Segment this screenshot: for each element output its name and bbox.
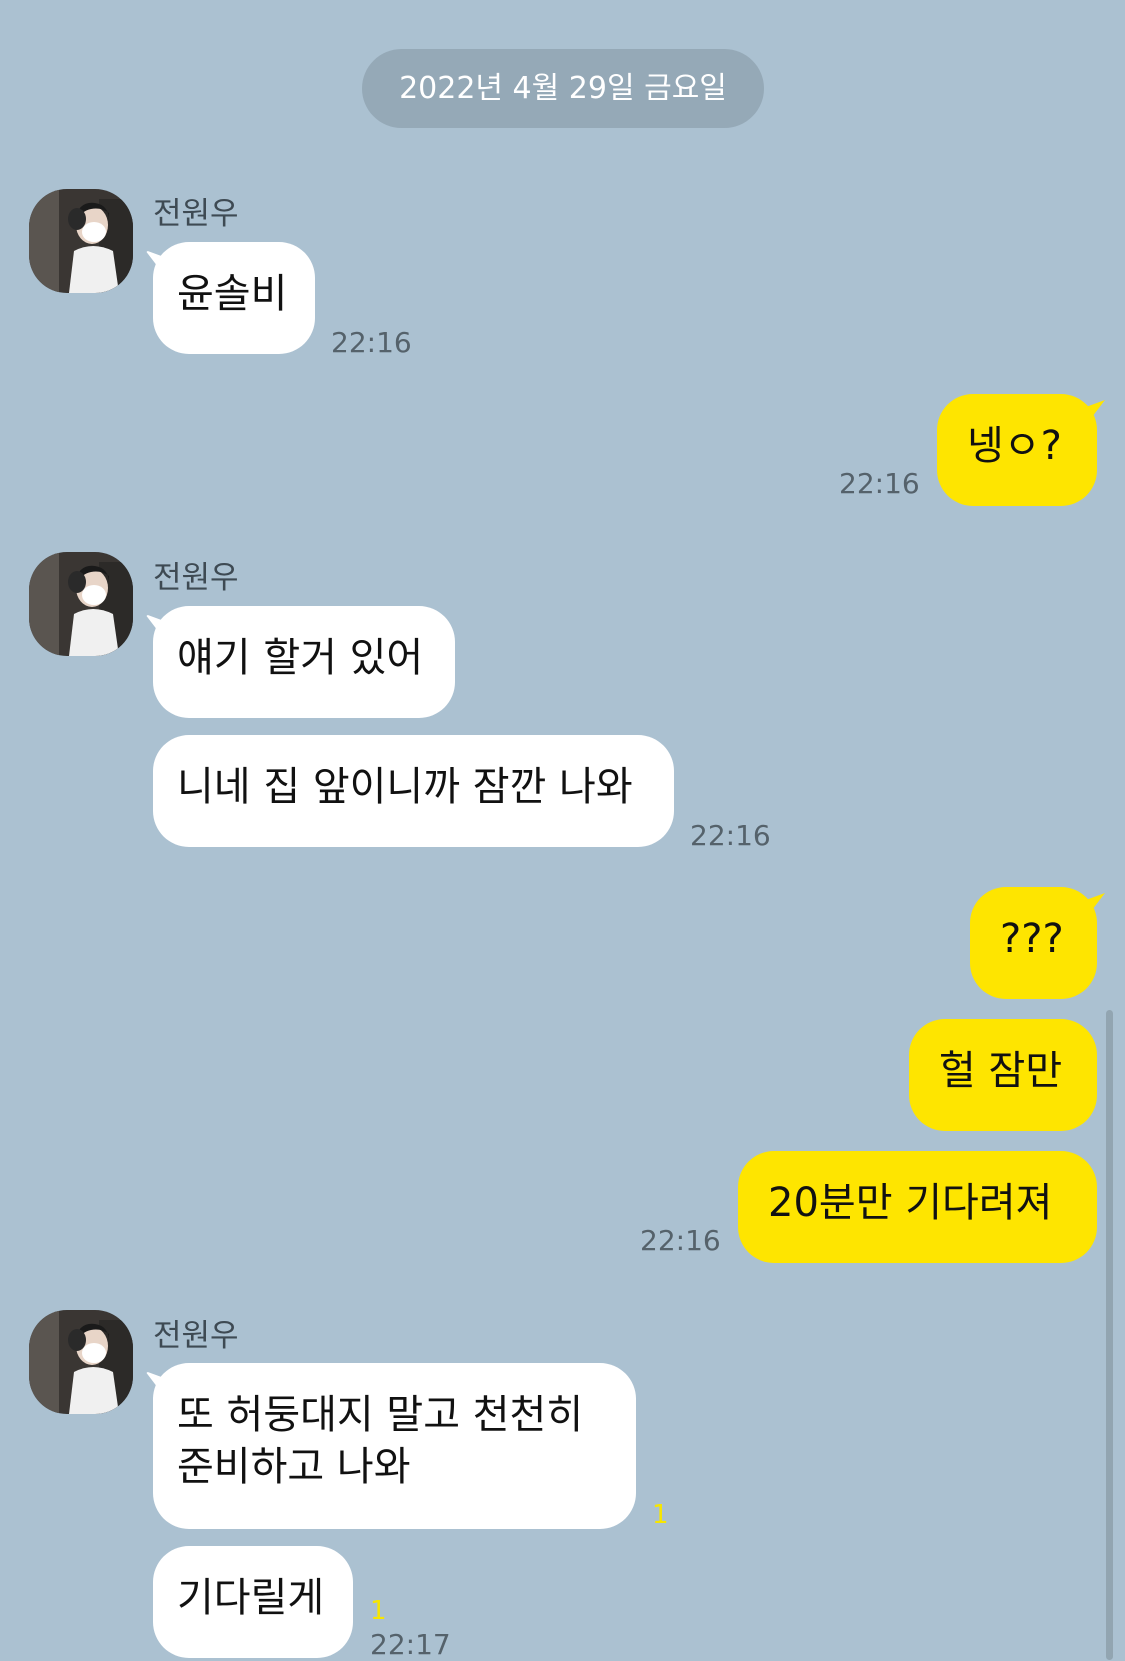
outgoing-message-bubble[interactable]: 넹ㅇ? — [937, 394, 1097, 506]
avatar-photo-icon — [29, 552, 133, 656]
sender-name: 전원우 — [153, 196, 239, 232]
unread-count: 1 — [652, 1500, 669, 1530]
message-time: 22:16 — [640, 1224, 721, 1257]
scrollbar[interactable] — [1106, 1010, 1113, 1660]
message-text: ??? — [1000, 916, 1064, 962]
message-text: 넹ㅇ? — [967, 423, 1062, 469]
outgoing-message-bubble[interactable]: ??? — [970, 887, 1097, 999]
sender-name: 전원우 — [153, 560, 239, 596]
unread-count: 1 — [370, 1596, 387, 1626]
message-text: 또 허둥대지 말고 천천히 — [177, 1392, 584, 1438]
incoming-message-bubble[interactable]: 얘기 할거 있어 — [153, 606, 455, 718]
avatar-photo-icon — [29, 189, 133, 293]
message-text: 니네 집 앞이니까 잠깐 나와 — [177, 764, 633, 810]
message-text: 얘기 할거 있어 — [177, 635, 424, 681]
message-text: 준비하고 나와 — [177, 1444, 411, 1490]
message-text: 윤솔비 — [177, 271, 288, 317]
message-time: 22:16 — [690, 819, 771, 852]
date-divider: 2022년 4월 29일 금요일 — [362, 49, 764, 128]
outgoing-message-bubble[interactable]: 헐 잠만 — [909, 1019, 1097, 1131]
message-time: 22:16 — [331, 326, 412, 359]
incoming-message-bubble[interactable]: 윤솔비 — [153, 242, 315, 354]
message-time: 22:17 — [370, 1628, 451, 1661]
outgoing-message-bubble[interactable]: 20분만 기다려져 — [738, 1151, 1097, 1263]
contact-avatar[interactable] — [29, 189, 133, 293]
sender-name: 전원우 — [153, 1318, 239, 1354]
message-text: 20분만 기다려져 — [768, 1180, 1053, 1226]
incoming-message-bubble[interactable]: 또 허둥대지 말고 천천히 준비하고 나와 — [153, 1363, 636, 1529]
contact-avatar[interactable] — [29, 552, 133, 656]
incoming-message-bubble[interactable]: 니네 집 앞이니까 잠깐 나와 — [153, 735, 674, 847]
contact-avatar[interactable] — [29, 1310, 133, 1414]
message-text: 헐 잠만 — [939, 1048, 1063, 1094]
message-text: 기다릴게 — [177, 1575, 325, 1621]
incoming-message-bubble[interactable]: 기다릴게 — [153, 1546, 353, 1658]
message-time: 22:16 — [839, 467, 920, 500]
avatar-photo-icon — [29, 1310, 133, 1414]
